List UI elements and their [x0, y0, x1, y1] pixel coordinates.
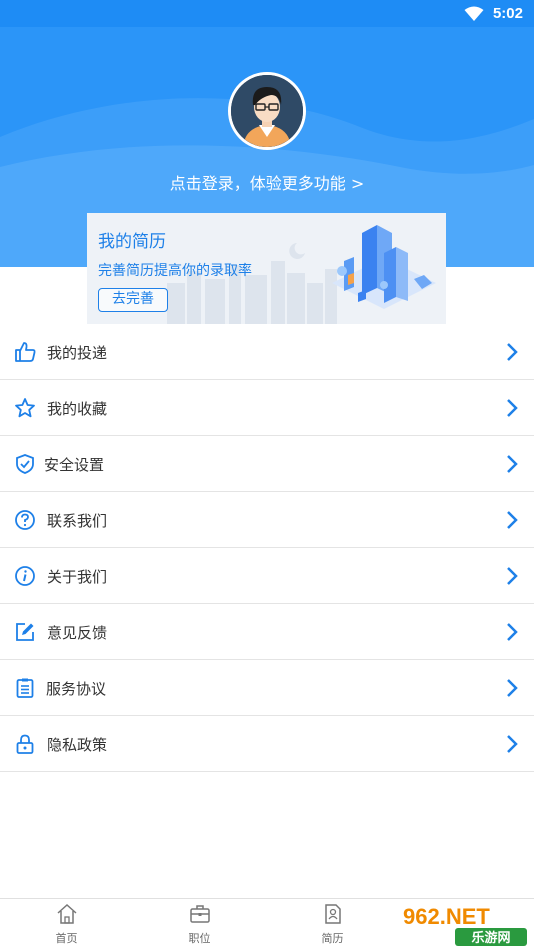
site-watermark-logo: 962.NET 乐游网 — [395, 900, 534, 949]
briefcase-icon — [190, 905, 210, 923]
chevron-right-icon — [507, 679, 518, 697]
menu-item-my-favorites[interactable]: 我的收藏 — [0, 380, 534, 436]
resume-icon — [325, 904, 341, 924]
menu-item-label: 联系我们 — [47, 512, 108, 530]
tab-home[interactable]: 首页 — [0, 899, 133, 949]
menu-item-label: 服务协议 — [46, 680, 107, 698]
info-circle-icon — [15, 566, 35, 586]
tab-label: 职位 — [188, 932, 211, 945]
menu-item-privacy-policy[interactable]: 隐私政策 — [0, 716, 534, 772]
status-time: 5:02 — [492, 5, 523, 22]
tab-label: 首页 — [55, 932, 78, 945]
menu-item-feedback[interactable]: 意见反馈 — [0, 604, 534, 660]
chevron-right-icon — [507, 623, 518, 641]
chevron-right-icon — [507, 455, 518, 473]
menu-item-label: 关于我们 — [47, 568, 108, 586]
menu-item-my-applications[interactable]: 我的投递 — [0, 324, 534, 380]
thumbs-up-icon — [15, 342, 36, 362]
watermark-text: 962.NET — [403, 904, 490, 929]
menu-item-label: 我的投递 — [47, 344, 108, 362]
shield-check-icon — [16, 454, 34, 474]
clipboard-list-icon — [16, 678, 34, 698]
tab-jobs[interactable]: 职位 — [133, 899, 266, 949]
tab-label: 简历 — [321, 932, 344, 945]
menu-item-label: 我的收藏 — [47, 400, 108, 418]
menu-item-service-agreement[interactable]: 服务协议 — [0, 660, 534, 716]
question-circle-icon — [15, 510, 35, 530]
menu-item-about-us[interactable]: 关于我们 — [0, 548, 534, 604]
user-avatar-icon — [231, 75, 303, 147]
login-prompt[interactable]: 点击登录，体验更多功能 > — [0, 170, 534, 194]
home-icon — [57, 903, 77, 924]
menu-item-contact-us[interactable]: 联系我们 — [0, 492, 534, 548]
avatar[interactable] — [228, 72, 306, 150]
edit-icon — [16, 623, 34, 641]
complete-resume-button[interactable]: 去完善 — [98, 288, 168, 312]
menu-item-security-settings[interactable]: 安全设置 — [0, 436, 534, 492]
settings-menu: 我的投递 我的收藏 安全设置 联系我们 关于我们 意见反馈 服务协议 隐私政策 — [0, 324, 534, 772]
status-bar: 5:02 — [0, 0, 534, 27]
wifi-icon — [464, 6, 484, 21]
isometric-city-icon — [332, 225, 436, 309]
chevron-right-icon — [507, 735, 518, 753]
menu-item-label: 意见反馈 — [47, 624, 108, 642]
resume-card[interactable]: 我的简历 完善简历提高你的录取率 去完善 — [87, 213, 446, 324]
lock-icon — [16, 734, 34, 754]
chevron-right-icon — [507, 399, 518, 417]
star-icon — [15, 398, 35, 418]
chevron-right-icon — [507, 511, 518, 529]
chevron-right-icon — [507, 567, 518, 585]
resume-card-subtitle: 完善简历提高你的录取率 — [98, 263, 252, 279]
chevron-right-icon — [507, 343, 518, 361]
menu-item-label: 隐私政策 — [47, 736, 108, 754]
tab-resume[interactable]: 简历 — [266, 899, 399, 949]
menu-item-label: 安全设置 — [44, 456, 105, 474]
watermark-subtext: 乐游网 — [471, 930, 510, 946]
resume-card-title: 我的简历 — [98, 232, 166, 252]
